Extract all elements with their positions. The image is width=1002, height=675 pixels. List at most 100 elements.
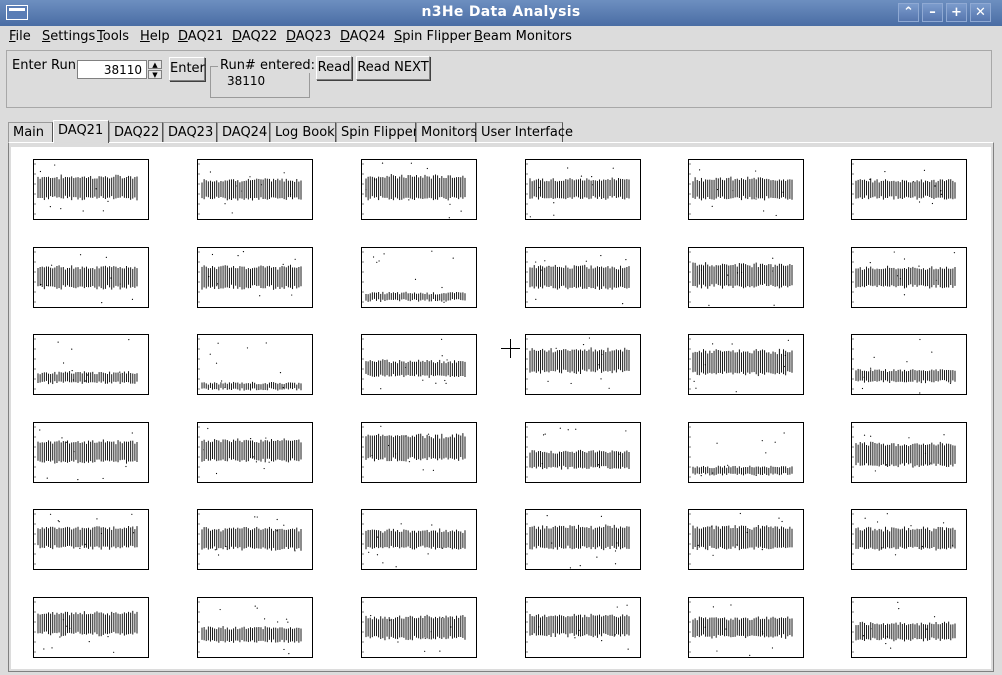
- channel-plot[interactable]: [361, 413, 481, 493]
- tab-user-interface[interactable]: User Interface: [476, 122, 573, 142]
- channel-plot[interactable]: [525, 325, 645, 405]
- menu-daq22[interactable]: DAQ22: [232, 29, 277, 44]
- menu-daq24[interactable]: DAQ24: [340, 29, 385, 44]
- channel-plot[interactable]: [851, 238, 971, 318]
- outlier-point: [728, 284, 730, 286]
- channel-plot[interactable]: [33, 588, 153, 668]
- run-number-stepper[interactable]: ▲ ▼: [148, 60, 162, 80]
- outlier-point: [712, 554, 714, 556]
- channel-plot[interactable]: [33, 238, 153, 318]
- enter-button[interactable]: Enter: [169, 57, 205, 81]
- outlier-point: [84, 380, 87, 382]
- outlier-point: [935, 279, 937, 282]
- outlier-point: [100, 532, 103, 535]
- plot-marks: [362, 338, 466, 390]
- channel-plot[interactable]: [688, 500, 808, 580]
- channel-plot[interactable]: [361, 588, 481, 668]
- plot-axes: [197, 509, 313, 570]
- channel-plot[interactable]: [688, 413, 808, 493]
- channel-plot[interactable]: [33, 413, 153, 493]
- outlier-point: [931, 202, 934, 205]
- menu-spin-flipper[interactable]: Spin Flipper: [394, 29, 471, 44]
- channel-plot[interactable]: [688, 325, 808, 405]
- maximize-icon[interactable]: +: [946, 3, 967, 22]
- channel-plot[interactable]: [197, 588, 317, 668]
- outlier-point: [553, 202, 555, 204]
- channel-plot[interactable]: [197, 325, 317, 405]
- outlier-point: [208, 276, 210, 278]
- outlier-point: [397, 641, 399, 643]
- outlier-point: [107, 200, 109, 202]
- menu-tools[interactable]: Tools: [97, 29, 129, 44]
- channel-plot[interactable]: [361, 325, 481, 405]
- read-next-button[interactable]: Read NEXT: [356, 56, 430, 80]
- channel-plot[interactable]: [197, 150, 317, 230]
- plot-canvas[interactable]: [11, 147, 991, 669]
- plot-axes: [197, 159, 313, 220]
- menu-beam-monitors[interactable]: Beam Monitors: [474, 29, 572, 44]
- tab-monitors[interactable]: Monitors: [416, 122, 477, 142]
- outlier-point: [755, 198, 757, 200]
- channel-plot[interactable]: [851, 325, 971, 405]
- plot-marks: [852, 513, 956, 565]
- outlier-point: [235, 185, 237, 187]
- outlier-point: [107, 636, 109, 638]
- spin-up-icon[interactable]: ▲: [148, 60, 162, 69]
- outlier-point: [716, 650, 718, 652]
- channel-plot[interactable]: [851, 150, 971, 230]
- outlier-point: [372, 256, 375, 258]
- plot-marks: [526, 601, 630, 653]
- outlier-point: [762, 632, 764, 634]
- channel-plot[interactable]: [525, 150, 645, 230]
- channel-plot[interactable]: [851, 500, 971, 580]
- tab-daq23[interactable]: DAQ23: [163, 122, 217, 142]
- channel-plot[interactable]: [525, 238, 645, 318]
- channel-plot[interactable]: [525, 413, 645, 493]
- tab-daq24[interactable]: DAQ24: [217, 122, 270, 142]
- read-button[interactable]: Read: [316, 56, 352, 80]
- menu-settings[interactable]: Settings: [42, 29, 95, 44]
- channel-plot[interactable]: [525, 500, 645, 580]
- outlier-point: [40, 283, 42, 286]
- outlier-point: [918, 201, 921, 203]
- channel-plot[interactable]: [851, 588, 971, 668]
- channel-plot[interactable]: [33, 325, 153, 405]
- channel-plot[interactable]: [33, 150, 153, 230]
- outlier-point: [711, 205, 713, 207]
- channel-plot[interactable]: [197, 413, 317, 493]
- channel-plot[interactable]: [688, 150, 808, 230]
- channel-plot[interactable]: [197, 500, 317, 580]
- outlier-point: [625, 259, 627, 261]
- spin-down-icon[interactable]: ▼: [148, 70, 162, 79]
- close-icon[interactable]: ✕: [970, 3, 991, 22]
- menu-file[interactable]: File: [9, 29, 31, 44]
- channel-plot[interactable]: [851, 413, 971, 493]
- outlier-point: [211, 253, 214, 256]
- channel-plot[interactable]: [361, 500, 481, 580]
- minimize-icon[interactable]: –: [922, 3, 943, 22]
- run-number-input[interactable]: [77, 60, 147, 79]
- channel-plot[interactable]: [525, 588, 645, 668]
- tab-spin-flipper[interactable]: Spin Flipper: [336, 122, 418, 142]
- tab-daq21[interactable]: DAQ21: [53, 120, 109, 143]
- menu-help[interactable]: Help: [140, 29, 170, 44]
- channel-plot[interactable]: [688, 238, 808, 318]
- outlier-point: [60, 208, 62, 210]
- channel-plot[interactable]: [688, 588, 808, 668]
- plot-marks: [198, 251, 302, 303]
- menu-daq23[interactable]: DAQ23: [286, 29, 331, 44]
- outlier-point: [600, 254, 602, 257]
- tab-main[interactable]: Main: [8, 122, 53, 142]
- channel-plot[interactable]: [33, 500, 153, 580]
- menu-daq21[interactable]: DAQ21: [178, 29, 223, 44]
- shade-icon[interactable]: ⌃: [898, 3, 919, 22]
- outlier-point: [626, 604, 628, 606]
- tab-daq22[interactable]: DAQ22: [109, 122, 163, 142]
- outlier-point: [285, 618, 288, 620]
- tab-log-book[interactable]: Log Book: [270, 122, 336, 142]
- plot-marks: [852, 426, 956, 478]
- channel-plot[interactable]: [197, 238, 317, 318]
- plot-marks: [526, 426, 630, 478]
- channel-plot[interactable]: [361, 238, 481, 318]
- channel-plot[interactable]: [361, 150, 481, 230]
